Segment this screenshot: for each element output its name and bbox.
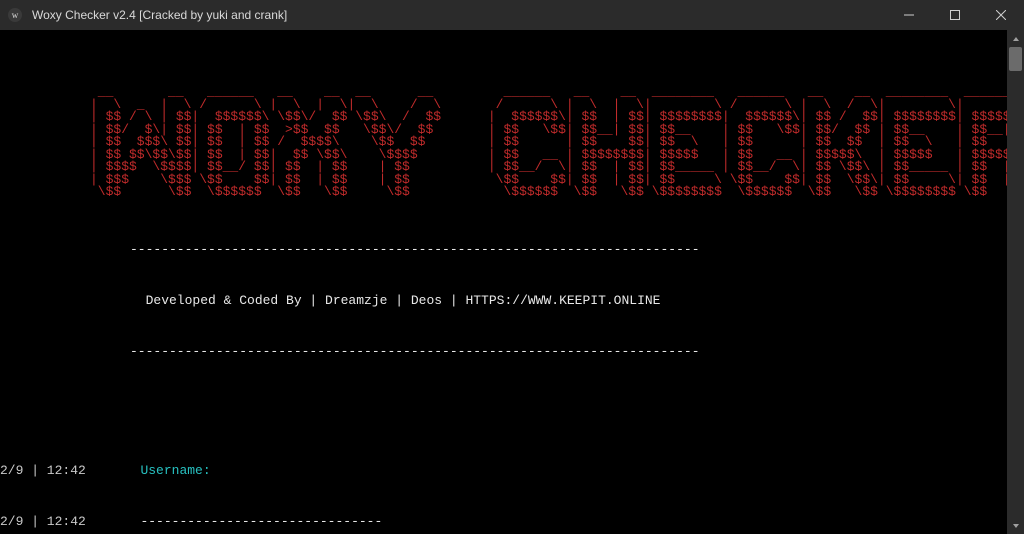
minimize-button[interactable] [886,0,932,30]
scroll-thumb[interactable] [1009,47,1022,71]
timestamp: 2/9 | 12:42 [0,462,140,479]
close-button[interactable] [978,0,1024,30]
log-text: ------------------------------- [140,513,382,530]
banner-credits: Developed & Coded By | Dreamzje | Deos |… [0,292,1007,309]
client-area: __ __ ______ __ __ __ __ ______ __ __ __… [0,30,1024,534]
window-title: Woxy Checker v2.4 [Cracked by yuki and c… [30,8,886,22]
banner-divider-bottom: ----------------------------------------… [0,343,1007,360]
window-controls [886,0,1024,30]
maximize-button[interactable] [932,0,978,30]
vertical-scrollbar[interactable] [1007,30,1024,534]
svg-text:w: w [12,10,19,20]
terminal-output: __ __ ______ __ __ __ __ ______ __ __ __… [0,30,1007,534]
log-line-username: 2/9 | 12:42 Username: [0,462,1007,479]
log-line-username-div: 2/9 | 12:42 ----------------------------… [0,513,1007,530]
log-text: Username: [140,462,210,479]
timestamp: 2/9 | 12:42 [0,513,140,530]
scroll-down-button[interactable] [1007,517,1024,534]
banner-ascii: __ __ ______ __ __ __ __ ______ __ __ __… [0,64,1007,207]
banner-divider-top: ----------------------------------------… [0,241,1007,258]
scroll-up-button[interactable] [1007,30,1024,47]
window-titlebar: w Woxy Checker v2.4 [Cracked by yuki and… [0,0,1024,30]
app-icon: w [0,7,30,23]
